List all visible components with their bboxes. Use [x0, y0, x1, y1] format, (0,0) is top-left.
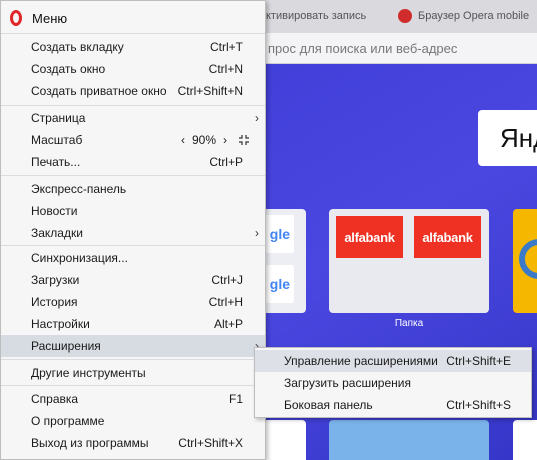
zoom-control: ‹ 90% ›: [177, 133, 231, 147]
chevron-right-icon: ›: [255, 226, 259, 240]
menu-item-label: Экспресс-панель: [31, 182, 127, 196]
tab-opera-mobile[interactable]: Браузер Opera mobile: [398, 3, 537, 29]
chevron-right-icon: ›: [255, 111, 259, 125]
menu-item-label: Загрузить расширения: [284, 376, 411, 390]
menu-item-news[interactable]: Новости: [1, 200, 265, 222]
menu-item-label: Боковая панель: [284, 398, 373, 412]
menu-item-label: Выход из программы: [31, 436, 149, 450]
menu-item-label: Синхронизация...: [31, 251, 128, 265]
menu-item-label: Масштаб: [31, 133, 83, 147]
alfabank-logo: alfabank: [336, 216, 403, 258]
address-placeholder: прос для поиска или веб-адрес: [268, 41, 458, 56]
menu-item-label: Закладки: [31, 226, 83, 240]
tab-activate[interactable]: ктивировать запись: [258, 3, 396, 29]
menu-item-zoom: Масштаб ‹ 90% ›: [1, 129, 265, 151]
menu-item-label: Управление расширениями: [284, 354, 438, 368]
tile-bottom[interactable]: [513, 420, 537, 460]
menu-item-label: Другие инструменты: [31, 366, 146, 380]
tab-label: ктивировать запись: [266, 10, 367, 22]
google-logo: gle: [264, 265, 294, 303]
tile-yandex[interactable]: Янд: [478, 110, 537, 166]
separator: [1, 359, 265, 360]
menu-item-shortcut: Ctrl+P: [209, 155, 243, 169]
menu-item-shortcut: Ctrl+H: [208, 295, 243, 309]
zoom-in-button[interactable]: ›: [219, 133, 231, 147]
menu-item-about[interactable]: О программе: [1, 410, 265, 432]
menu-item-label: Новости: [31, 204, 78, 218]
menu-item-shortcut: Ctrl+T: [210, 40, 243, 54]
menu-item-shortcut: Ctrl+N: [208, 62, 243, 76]
tab-label: Браузер Opera mobile: [418, 10, 530, 22]
menu-header[interactable]: Меню: [1, 5, 265, 31]
zoom-out-button[interactable]: ‹: [177, 133, 189, 147]
alfabank-logo: alfabank: [414, 216, 481, 258]
menu-item-label: Справка: [31, 392, 79, 406]
menu-item-new-tab[interactable]: Создать вкладку Ctrl+T: [1, 36, 265, 58]
separator: [1, 385, 265, 386]
menu-item-sync[interactable]: Синхронизация...: [1, 247, 265, 269]
menu-title: Меню: [32, 10, 68, 26]
menu-item-shortcut: Ctrl+Shift+S: [446, 398, 511, 412]
separator: [1, 175, 265, 176]
menu-item-shortcut: Ctrl+J: [211, 273, 243, 287]
menu-item-new-private-window[interactable]: Создать приватное окно Ctrl+Shift+N: [1, 80, 265, 102]
menu-item-page[interactable]: Страница ›: [1, 107, 265, 129]
menu-item-new-window[interactable]: Создать окно Ctrl+N: [1, 58, 265, 80]
menu-item-help[interactable]: Справка F1: [1, 388, 265, 410]
menu-item-label: Создать окно: [31, 62, 106, 76]
opera-main-menu: Меню Создать вкладку Ctrl+T Создать окно C…: [0, 0, 266, 460]
submenu-item-manage-extensions[interactable]: Управление расширениями Ctrl+Shift+E: [255, 350, 531, 372]
submenu-item-get-extensions[interactable]: Загрузить расширения: [255, 372, 531, 394]
menu-item-history[interactable]: История Ctrl+H: [1, 291, 265, 313]
menu-item-label: Создать вкладку: [31, 40, 124, 54]
opera-icon: [398, 9, 412, 23]
menu-item-shortcut: Ctrl+Shift+N: [177, 84, 243, 98]
menu-item-exit[interactable]: Выход из программы Ctrl+Shift+X: [1, 432, 265, 454]
menu-item-shortcut: Ctrl+Shift+X: [178, 436, 243, 450]
menu-item-other-tools[interactable]: Другие инструменты›: [1, 362, 265, 384]
menu-item-bookmarks[interactable]: Закладки ›: [1, 222, 265, 244]
menu-item-label: О программе: [31, 414, 105, 428]
submenu-item-sidebar[interactable]: Боковая панель Ctrl+Shift+S: [255, 394, 531, 416]
menu-item-label: Расширения: [31, 339, 101, 353]
separator: [1, 105, 265, 106]
menu-item-extensions[interactable]: Расширения ›: [1, 335, 265, 357]
tile-bottom[interactable]: [329, 420, 489, 460]
ring-logo: [519, 239, 537, 279]
extensions-submenu: Управление расширениями Ctrl+Shift+E Загр…: [254, 347, 532, 418]
menu-item-speed-dial[interactable]: Экспресс-панель: [1, 178, 265, 200]
tile-folder[interactable]: alfabank alfabank: [329, 209, 489, 313]
menu-item-shortcut: F1: [228, 392, 243, 406]
opera-logo-icon: [10, 10, 22, 26]
menu-item-shortcut: Alt+P: [213, 317, 243, 331]
menu-item-label: Страница: [31, 111, 86, 125]
separator: [1, 245, 265, 246]
menu-item-label: Печать...: [31, 155, 81, 169]
menu-item-label: Загрузки: [31, 273, 80, 287]
yandex-logo: Янд: [500, 122, 537, 153]
menu-item-print[interactable]: Печать... Ctrl+P: [1, 151, 265, 173]
menu-item-label: Настройки: [31, 317, 90, 331]
menu-item-label: Создать приватное окно: [31, 84, 167, 98]
google-logo: gle: [264, 215, 294, 253]
zoom-value: 90%: [191, 133, 217, 147]
fullscreen-icon[interactable]: [239, 135, 249, 145]
menu-item-downloads[interactable]: Загрузки Ctrl+J: [1, 269, 265, 291]
tile-yellow[interactable]: [513, 209, 537, 313]
separator: [1, 33, 265, 34]
menu-item-shortcut: Ctrl+Shift+E: [446, 354, 511, 368]
folder-label: Папка: [394, 318, 424, 329]
menu-item-label: История: [31, 295, 78, 309]
menu-item-settings[interactable]: Настройки Alt+P: [1, 313, 265, 335]
